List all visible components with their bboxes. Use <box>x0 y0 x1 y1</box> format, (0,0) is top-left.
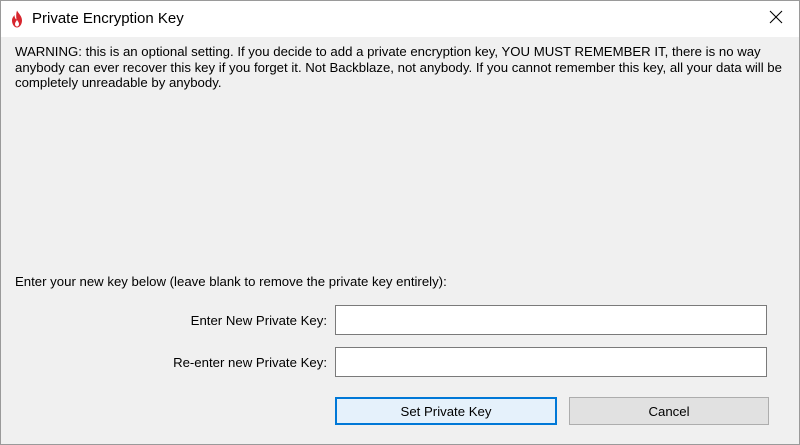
reenter-key-input[interactable] <box>335 347 767 377</box>
instructions-text: Enter your new key below (leave blank to… <box>15 274 447 289</box>
cancel-button[interactable]: Cancel <box>569 397 769 425</box>
set-private-key-button[interactable]: Set Private Key <box>335 397 557 425</box>
close-button[interactable] <box>753 1 799 37</box>
title-bar[interactable]: Private Encryption Key <box>1 1 799 37</box>
new-key-input[interactable] <box>335 305 767 335</box>
backblaze-flame-icon <box>10 10 24 28</box>
close-icon <box>769 10 783 29</box>
private-key-dialog: Private Encryption Key WARNING: this is … <box>0 0 800 445</box>
new-key-label: Enter New Private Key: <box>190 313 327 328</box>
reenter-key-label: Re-enter new Private Key: <box>173 355 327 370</box>
window-title: Private Encryption Key <box>32 10 184 27</box>
warning-text: WARNING: this is an optional setting. If… <box>15 44 782 90</box>
